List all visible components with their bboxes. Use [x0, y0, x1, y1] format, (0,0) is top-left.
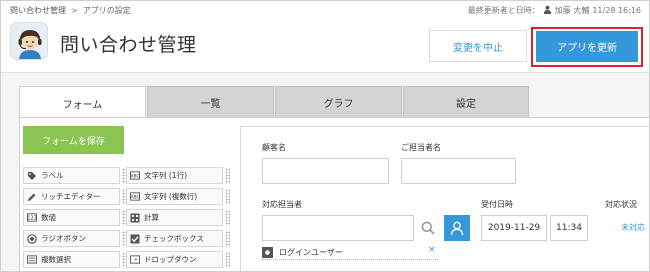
drag-handle[interactable] — [225, 210, 230, 226]
last-updated-info: 最終更新者と日時： 加藤 大輔 11/28 16:16 — [468, 5, 641, 16]
form-editor: フォームを保存 ラベル ABC 文字列 (1行) リッチエディター ABC 文字… — [19, 117, 649, 271]
login-user-chip: ログインユーザー — [262, 246, 438, 260]
palette-item-radio[interactable]: ラジオボタン — [23, 230, 120, 247]
user-icon — [543, 5, 552, 16]
contact-name-field[interactable] — [401, 158, 516, 184]
tag-icon — [27, 171, 37, 181]
received-datetime-label: 受付日時 — [481, 200, 513, 209]
support-agent-app-icon — [10, 22, 48, 60]
palette-item-text: ドロップダウン — [144, 255, 197, 264]
palette-item-text: ラジオボタン — [41, 234, 86, 243]
svg-text:ABC: ABC — [130, 195, 139, 201]
palette-item-text: 数値 — [41, 213, 56, 222]
pencil-icon — [27, 192, 37, 202]
contact-name-label: ご担当者名 — [401, 143, 441, 152]
checkbox-icon — [130, 234, 140, 244]
app-title: 問い合わせ管理 — [60, 34, 197, 56]
save-form-button[interactable]: フォームを保存 — [23, 126, 124, 154]
status-label: 対応状況 — [605, 200, 637, 209]
text-single-icon: ABC — [130, 171, 140, 181]
palette-item-text: リッチエディター — [41, 192, 101, 201]
breadcrumb-app-link[interactable]: 問い合わせ管理 — [10, 6, 66, 15]
breadcrumb-separator: > — [71, 6, 78, 15]
last-updated-user[interactable]: 加藤 大輔 — [555, 5, 590, 16]
drag-handle[interactable] — [225, 252, 230, 268]
login-user-text: ログインユーザー — [279, 248, 343, 257]
customer-name-label: 顧客名 — [262, 143, 286, 152]
app-settings-window: 問い合わせ管理 > アプリの設定 最終更新者と日時： 加藤 大輔 11/28 16:… — [0, 0, 650, 272]
palette-item-text-multi[interactable]: ABC 文字列 (複数行) — [126, 188, 223, 205]
drag-handle[interactable] — [225, 231, 230, 247]
user-select-icon[interactable] — [444, 215, 470, 241]
palette-item-text: 複数選択 — [41, 255, 71, 264]
palette-item-rich-editor[interactable]: リッチエディター — [23, 188, 120, 205]
cancel-changes-button[interactable]: 変更を中止 — [429, 30, 527, 62]
received-time-field[interactable]: 11:34 — [550, 215, 588, 241]
assignee-search-field[interactable] — [262, 215, 414, 241]
calculator-icon — [130, 213, 140, 223]
drag-handle[interactable] — [225, 189, 230, 205]
palette-item-text: チェックボックス — [144, 234, 204, 243]
field-palette: フォームを保存 ラベル ABC 文字列 (1行) リッチエディター ABC 文字… — [20, 118, 236, 271]
breadcrumb: 問い合わせ管理 > アプリの設定 — [10, 5, 131, 16]
form-layout-canvas: 顧客名 ご担当者名 対応担当者 ログインユーザー × 受付日時 2019-11-… — [240, 126, 649, 271]
last-updated-time: 11/28 16:16 — [592, 6, 641, 15]
palette-item-label[interactable]: ラベル — [23, 167, 120, 184]
text-multi-icon: ABC — [130, 192, 140, 202]
update-app-button[interactable]: アプリを更新 — [536, 31, 638, 62]
tab-graph[interactable]: グラフ — [275, 86, 402, 118]
palette-item-text: 計算 — [144, 213, 159, 222]
tab-list[interactable]: 一覧 — [147, 86, 274, 118]
palette-item-text: ラベル — [41, 171, 64, 180]
login-user-icon — [262, 247, 273, 258]
settings-tabs: フォーム 一覧 グラフ 設定 — [19, 86, 530, 119]
multi-select-icon — [27, 255, 37, 265]
palette-item-checkbox[interactable]: チェックボックス — [126, 230, 223, 247]
svg-text:ABC: ABC — [130, 174, 139, 180]
number-icon: 123 — [27, 213, 37, 223]
tab-settings[interactable]: 設定 — [403, 86, 529, 118]
palette-item-calc[interactable]: 計算 — [126, 209, 223, 226]
drag-handle[interactable] — [225, 168, 230, 184]
received-date-field[interactable]: 2019-11-29 — [481, 215, 547, 241]
customer-name-field[interactable] — [262, 158, 389, 184]
palette-item-text: 文字列 (1行) — [144, 171, 188, 180]
palette-item-dropdown[interactable]: ドロップダウン — [126, 251, 223, 268]
assignee-label: 対応担当者 — [262, 200, 302, 209]
close-icon[interactable]: × — [428, 245, 436, 255]
radio-icon — [27, 233, 37, 244]
palette-item-text-single[interactable]: ABC 文字列 (1行) — [126, 167, 223, 184]
search-icon[interactable] — [415, 215, 440, 241]
palette-item-multi-select[interactable]: 複数選択 — [23, 251, 120, 268]
header: 問い合わせ管理 > アプリの設定 最終更新者と日時： 加藤 大輔 11/28 16:… — [1, 1, 649, 73]
palette-item-text: 文字列 (複数行) — [144, 192, 198, 201]
palette-item-number[interactable]: 123 数値 — [23, 209, 120, 226]
tab-form[interactable]: フォーム — [19, 86, 146, 119]
breadcrumb-current: アプリの設定 — [82, 6, 131, 15]
dropdown-icon — [130, 255, 140, 265]
status-value[interactable]: 未対応 — [621, 222, 645, 233]
last-updated-label: 最終更新者と日時： — [467, 6, 540, 15]
svg-text:123: 123 — [27, 216, 37, 222]
